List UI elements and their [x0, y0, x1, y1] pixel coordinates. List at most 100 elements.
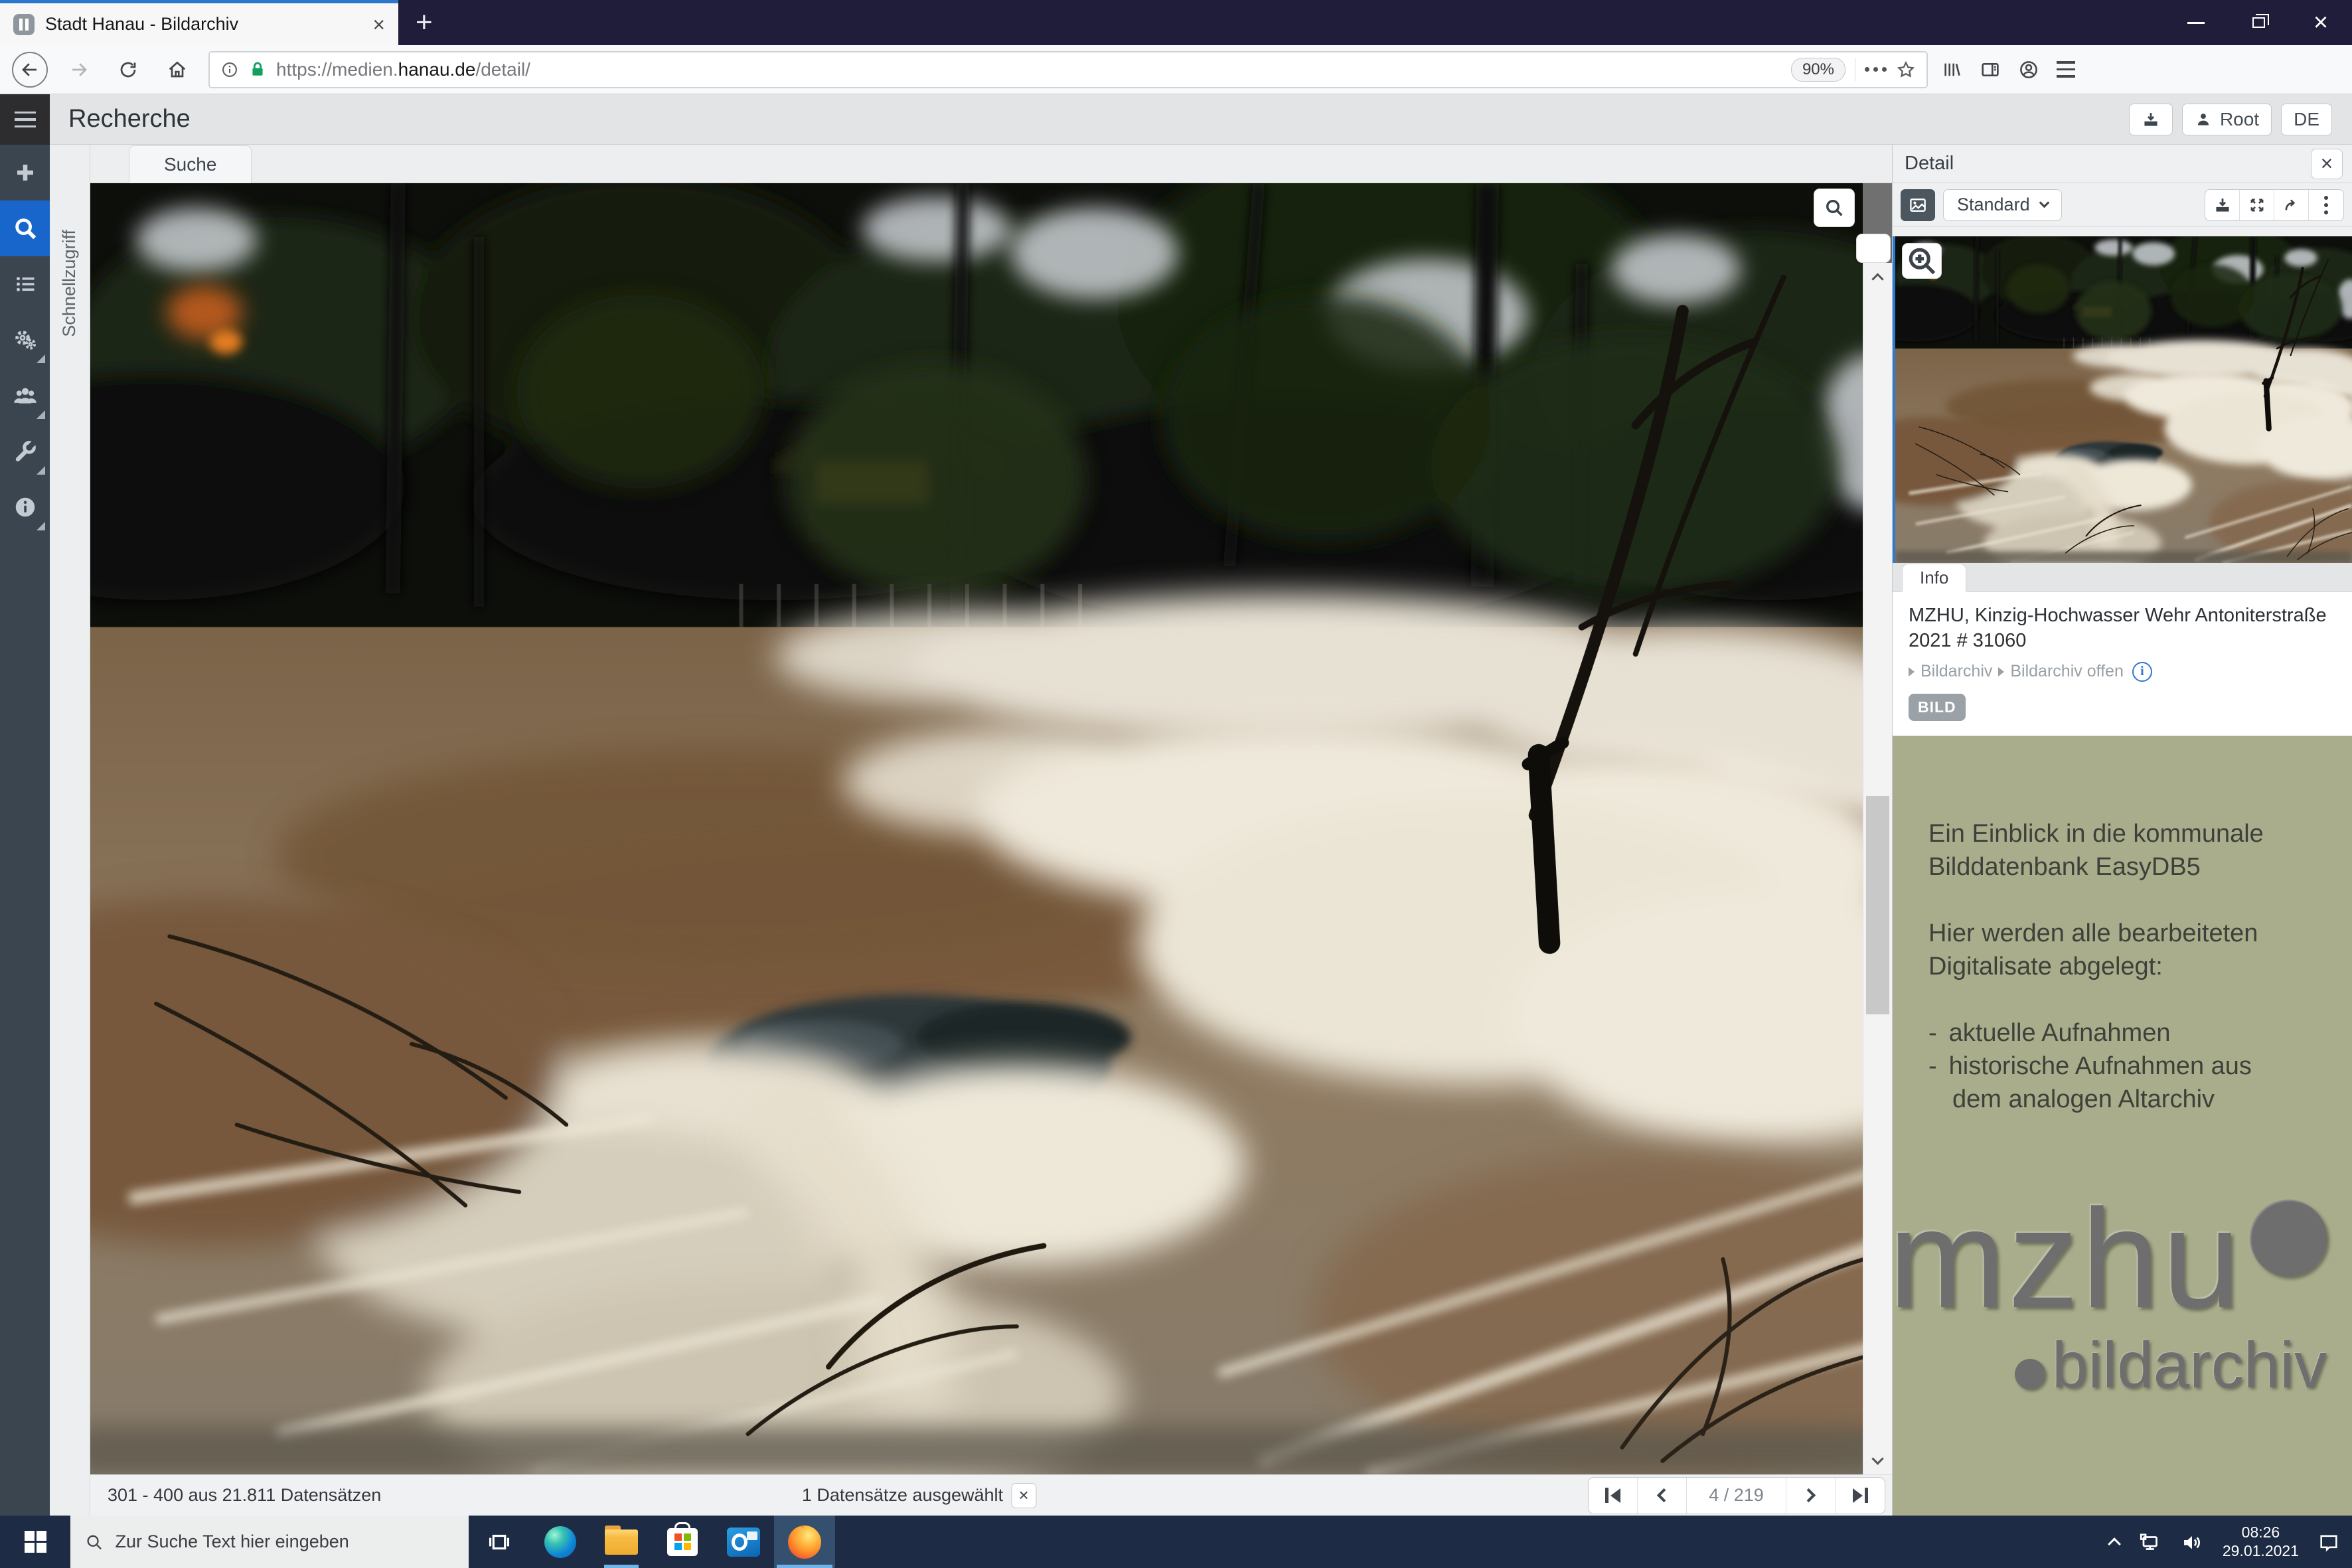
detail-more-button[interactable]	[2309, 190, 2343, 220]
taskbar-search-input[interactable]	[116, 1531, 454, 1552]
image-zoom-button[interactable]	[1814, 189, 1855, 227]
action-center-icon[interactable]	[2317, 1531, 2340, 1553]
plus-icon	[13, 161, 37, 185]
pool-info-icon[interactable]: i	[2132, 662, 2152, 682]
prev-page-button[interactable]	[1638, 1478, 1687, 1514]
bookmark-star-icon[interactable]	[1896, 60, 1916, 80]
back-button[interactable]	[12, 52, 48, 88]
kebab-icon	[2324, 196, 2328, 214]
tab-suche[interactable]: Suche	[129, 145, 252, 183]
sidebar-item-search[interactable]	[0, 200, 50, 256]
search-icon	[13, 216, 38, 241]
breadcrumb-arrow-icon	[1998, 667, 2004, 676]
account-icon[interactable]	[2018, 59, 2039, 80]
image-secondary-button[interactable]	[1856, 234, 1891, 263]
forward-button[interactable]	[61, 52, 97, 88]
outlook-button[interactable]	[713, 1516, 774, 1568]
minimize-button[interactable]	[2165, 0, 2227, 45]
window-close-button[interactable]: ×	[2290, 0, 2352, 45]
zoom-level-indicator[interactable]: 90%	[1791, 58, 1845, 82]
sidebar-item-users[interactable]	[0, 368, 50, 424]
tab-close-icon[interactable]: ×	[372, 14, 385, 35]
sidebar-item-admin[interactable]	[0, 424, 50, 479]
breadcrumb-item[interactable]: Bildarchiv	[1921, 662, 1992, 681]
info-tab-bar: Info	[1893, 563, 2352, 592]
scroll-down-arrow[interactable]	[1863, 1448, 1892, 1474]
taskbar-search[interactable]	[70, 1516, 469, 1568]
sidebar-item-lists[interactable]	[0, 256, 50, 312]
page-title: Recherche	[68, 105, 191, 133]
users-icon	[12, 382, 39, 409]
thumbnail-zoom-button[interactable]	[1902, 243, 1942, 279]
detail-download-button[interactable]	[2205, 190, 2240, 220]
volume-icon[interactable]	[2180, 1530, 2204, 1554]
record-type-badge: BILD	[1909, 694, 1966, 721]
tab-info[interactable]: Info	[1902, 564, 1966, 592]
sidebar-toggle-icon[interactable]	[1980, 59, 2001, 80]
scroll-up-arrow[interactable]	[1863, 263, 1892, 289]
download-icon	[2213, 196, 2232, 214]
intro-line: Hier werden alle bearbeiteten	[1928, 917, 2325, 950]
next-page-button[interactable]	[1786, 1478, 1836, 1514]
browser-toolbar: https://medien.hanau.de/detail/ 90%	[0, 45, 2352, 94]
detail-close-button[interactable]: ×	[2311, 149, 2343, 179]
store-button[interactable]	[652, 1516, 713, 1568]
quick-access-strip: Schnellzugriff	[50, 145, 90, 1516]
new-tab-button[interactable]: +	[398, 0, 450, 45]
intro-line: Bilddatenbank EasyDB5	[1928, 850, 2325, 884]
menu-icon[interactable]	[2057, 61, 2075, 78]
scrollbar-thumb[interactable]	[1866, 796, 1889, 1014]
header-download-button[interactable]	[2129, 104, 2173, 135]
firefox-icon	[788, 1526, 821, 1559]
library-icon[interactable]	[1941, 59, 1962, 80]
edge-button[interactable]	[530, 1516, 591, 1568]
last-page-button[interactable]	[1836, 1478, 1885, 1514]
network-icon[interactable]	[2138, 1530, 2161, 1554]
sidebar-item-new[interactable]	[0, 145, 50, 200]
result-image-area	[90, 183, 1892, 1474]
url-bar[interactable]: https://medien.hanau.de/detail/ 90%	[208, 51, 1928, 88]
url-text: https://medien.hanau.de/detail/	[276, 59, 530, 80]
taskbar-clock[interactable]: 08:26 29.01.2021	[2223, 1524, 2299, 1560]
quick-access-label: Schnellzugriff	[59, 230, 80, 337]
lock-icon[interactable]	[248, 60, 267, 79]
sidebar-item-tools[interactable]	[0, 312, 50, 368]
media-view-button[interactable]	[1901, 189, 1935, 221]
image-icon	[1908, 195, 1928, 215]
language-button[interactable]: DE	[2281, 104, 2332, 135]
user-root-button[interactable]: Root	[2182, 104, 2272, 135]
intro-line: Ein Einblick in die kommunale	[1928, 817, 2325, 850]
detail-share-button[interactable]	[2274, 190, 2309, 220]
page-actions-icon[interactable]	[1865, 67, 1887, 72]
browser-tab[interactable]: Stadt Hanau - Bildarchiv ×	[0, 0, 398, 45]
edge-icon	[544, 1526, 576, 1558]
start-button[interactable]	[0, 1516, 70, 1568]
download-icon	[2142, 110, 2160, 129]
breadcrumb-arrow-icon	[1909, 667, 1915, 676]
view-mode-dropdown[interactable]: Standard	[1943, 189, 2062, 221]
restore-button[interactable]	[2227, 0, 2290, 45]
sidebar-item-info[interactable]	[0, 479, 50, 535]
logo-circle	[2250, 1200, 2327, 1277]
intro-line: Digitalisate abgelegt:	[1928, 950, 2325, 983]
hidden-icons-chevron[interactable]	[2108, 1537, 2121, 1551]
page-indicator[interactable]: 4 / 219	[1687, 1478, 1786, 1514]
wrench-icon	[13, 439, 38, 464]
detail-title: Detail	[1905, 153, 1954, 175]
image-scrollbar[interactable]	[1863, 263, 1892, 1474]
detail-thumbnail[interactable]	[1893, 236, 2352, 563]
reload-button[interactable]	[110, 52, 146, 88]
home-button[interactable]	[159, 52, 195, 88]
page-info-icon[interactable]	[220, 60, 239, 79]
sidebar-menu-button[interactable]	[0, 94, 50, 145]
first-page-button[interactable]	[1589, 1478, 1638, 1514]
firefox-button[interactable]	[774, 1516, 835, 1568]
breadcrumb-item[interactable]: Bildarchiv offen	[2010, 662, 2123, 681]
detail-fullscreen-button[interactable]	[2240, 190, 2274, 220]
task-view-button[interactable]	[469, 1516, 530, 1568]
clear-selection-button[interactable]: ×	[1011, 1483, 1036, 1508]
search-tab-bar: Suche	[90, 145, 1892, 183]
main-image[interactable]	[90, 183, 1863, 1474]
intro-panel: Ein Einblick in die kommunale Bilddatenb…	[1893, 736, 2352, 1516]
file-explorer-button[interactable]	[591, 1516, 652, 1568]
